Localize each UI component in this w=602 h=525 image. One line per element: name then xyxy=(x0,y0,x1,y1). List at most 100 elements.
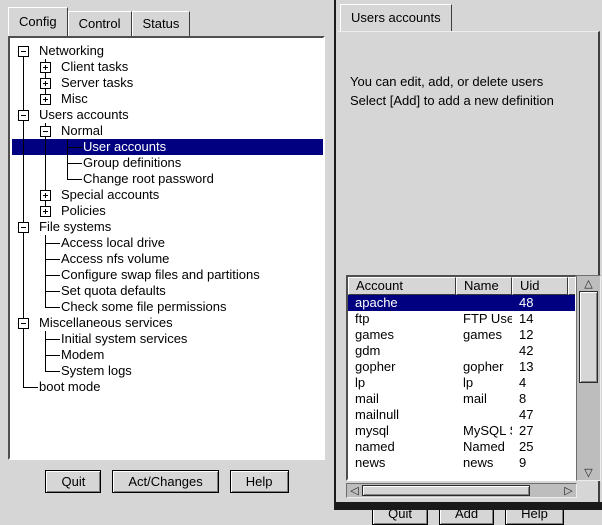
tree-item-configure-swap-files-and-partitions[interactable]: Configure swap files and partitions xyxy=(12,267,323,283)
cell-group: a xyxy=(568,295,575,311)
table-row-mailnull[interactable]: mailnull47m xyxy=(348,407,575,423)
cell-name: news xyxy=(456,455,512,471)
expander-minus-icon[interactable] xyxy=(12,107,34,123)
table-row-named[interactable]: namedNamed25n xyxy=(348,439,575,455)
cell-group: n xyxy=(568,439,575,455)
cell-uid: 27 xyxy=(512,423,568,439)
tree-item-group-definitions[interactable]: Group definitions xyxy=(12,155,323,171)
tree-item-file-systems[interactable]: File systems xyxy=(12,219,323,235)
tree-item-access-local-drive[interactable]: Access local drive xyxy=(12,235,323,251)
cell-uid: 9 xyxy=(512,455,568,471)
tab-users-accounts[interactable]: Users accounts xyxy=(340,4,452,31)
act-changes-button[interactable]: Act/Changes xyxy=(112,470,218,493)
tree-guide xyxy=(34,155,56,171)
tree-item-system-logs[interactable]: System logs xyxy=(12,363,323,379)
cell-name: FTP User xyxy=(456,311,512,327)
scroll-down-icon[interactable]: ▽ xyxy=(577,465,600,480)
vscrollbar-thumb[interactable] xyxy=(579,291,598,383)
tab-config[interactable]: Config xyxy=(8,7,68,36)
config-tree-frame: NetworkingClient tasksServer tasksMiscUs… xyxy=(8,36,325,460)
tree-item-client-tasks[interactable]: Client tasks xyxy=(12,59,323,75)
window-bottom-edge xyxy=(336,502,602,510)
quit-button[interactable]: Quit xyxy=(45,470,101,493)
tab-status[interactable]: Status xyxy=(132,11,191,36)
config-tree[interactable]: NetworkingClient tasksServer tasksMiscUs… xyxy=(10,38,323,395)
hscrollbar-thumb[interactable] xyxy=(362,485,530,496)
table-row-ftp[interactable]: ftpFTP User14f xyxy=(348,311,575,327)
table-row-apache[interactable]: apache48a xyxy=(348,295,575,311)
left-button-row: Quit Act/Changes Help xyxy=(0,470,334,493)
tree-item-misc[interactable]: Misc xyxy=(12,91,323,107)
scroll-right-icon[interactable]: ▷ xyxy=(561,484,576,497)
instruction-text: You can edit, add, or delete users Selec… xyxy=(350,72,554,110)
tree-item-initial-system-services[interactable]: Initial system services xyxy=(12,331,323,347)
cell-uid: 42 xyxy=(512,343,568,359)
table-row-games[interactable]: gamesgames12u xyxy=(348,327,575,343)
tree-item-set-quota-defaults[interactable]: Set quota defaults xyxy=(12,283,323,299)
cell-account: news xyxy=(348,455,456,471)
users-table-hscrollbar[interactable]: ◁ ▷ xyxy=(346,483,577,498)
cell-account: gdm xyxy=(348,343,456,359)
cell-uid: 12 xyxy=(512,327,568,343)
tree-guide xyxy=(56,155,78,171)
tree-item-label: Client tasks xyxy=(61,59,128,75)
tab-control[interactable]: Control xyxy=(68,11,132,36)
cell-group: g xyxy=(568,343,575,359)
tree-item-users-accounts[interactable]: Users accounts xyxy=(12,107,323,123)
scroll-up-icon[interactable]: △ xyxy=(577,276,600,291)
cell-uid: 13 xyxy=(512,359,568,375)
tree-guide xyxy=(12,235,34,251)
tree-guide xyxy=(34,283,56,299)
help-button[interactable]: Help xyxy=(230,470,289,493)
tree-item-modem[interactable]: Modem xyxy=(12,347,323,363)
tree-item-user-accounts[interactable]: User accounts xyxy=(12,139,323,155)
tree-item-boot-mode[interactable]: boot mode xyxy=(12,379,323,395)
expander-minus-icon[interactable] xyxy=(12,219,34,235)
tree-guide xyxy=(34,235,56,251)
tree-item-change-root-password[interactable]: Change root password xyxy=(12,171,323,187)
tree-item-special-accounts[interactable]: Special accounts xyxy=(12,187,323,203)
tree-guide xyxy=(34,299,56,315)
tree-item-policies[interactable]: Policies xyxy=(12,203,323,219)
tree-item-server-tasks[interactable]: Server tasks xyxy=(12,75,323,91)
column-header-name[interactable]: Name xyxy=(456,277,512,295)
expander-minus-icon[interactable] xyxy=(34,123,56,139)
expander-plus-icon[interactable] xyxy=(34,59,56,75)
cell-uid: 8 xyxy=(512,391,568,407)
vscrollbar-track[interactable] xyxy=(577,383,600,465)
tree-item-access-nfs-volume[interactable]: Access nfs volume xyxy=(12,251,323,267)
tree-item-miscellaneous-services[interactable]: Miscellaneous services xyxy=(12,315,323,331)
hscrollbar-track[interactable] xyxy=(530,484,561,497)
tree-item-networking[interactable]: Networking xyxy=(12,43,323,59)
table-row-gdm[interactable]: gdm 42g xyxy=(348,343,575,359)
expander-minus-icon[interactable] xyxy=(12,43,34,59)
cell-group: n xyxy=(568,455,575,471)
expander-minus-icon[interactable] xyxy=(12,315,34,331)
tree-item-label: Initial system services xyxy=(61,331,187,347)
table-row-news[interactable]: newsnews9n xyxy=(348,455,575,471)
cell-uid: 14 xyxy=(512,311,568,327)
users-table-vscrollbar[interactable]: △ ▽ xyxy=(576,275,601,481)
tree-item-normal[interactable]: Normal xyxy=(12,123,323,139)
config-navigator-window: Config Control Status NetworkingClient t… xyxy=(0,0,334,510)
expander-plus-icon[interactable] xyxy=(34,91,56,107)
table-row-gopher[interactable]: gophergopher13g xyxy=(348,359,575,375)
cell-name: gopher xyxy=(456,359,512,375)
expander-plus-icon[interactable] xyxy=(34,187,56,203)
expander-plus-icon[interactable] xyxy=(34,75,56,91)
cell-name xyxy=(456,343,512,359)
scroll-left-icon[interactable]: ◁ xyxy=(347,484,362,497)
table-row-mysql[interactable]: mysqlMySQL S27m xyxy=(348,423,575,439)
tree-guide xyxy=(12,299,34,315)
table-row-lp[interactable]: lplp4l xyxy=(348,375,575,391)
column-header-account[interactable]: Account xyxy=(348,277,456,295)
tree-item-label: Networking xyxy=(39,43,104,59)
tree-item-label: System logs xyxy=(61,363,132,379)
tree-item-check-some-file-permissions[interactable]: Check some file permissions xyxy=(12,299,323,315)
cell-group: m xyxy=(568,391,575,407)
cell-account: apache xyxy=(348,295,456,311)
table-row-mail[interactable]: mailmail8m xyxy=(348,391,575,407)
expander-plus-icon[interactable] xyxy=(34,203,56,219)
column-header-uid[interactable]: Uid xyxy=(512,277,568,295)
tree-item-label: Policies xyxy=(61,203,106,219)
